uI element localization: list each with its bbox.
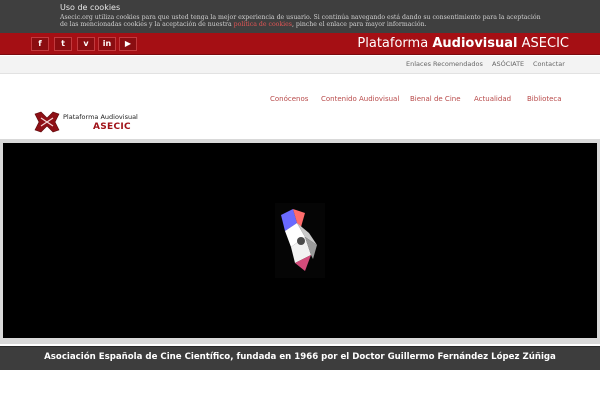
- brand-prefix: Plataforma: [357, 36, 429, 51]
- cookie-banner: Uso de cookies Asecic.org utiliza cookie…: [0, 0, 600, 33]
- video-logo: [275, 203, 325, 278]
- facebook-icon[interactable]: f: [31, 37, 49, 51]
- nav-item-contenido-audiovisual[interactable]: Contenido Audiovisual: [321, 95, 399, 103]
- vimeo-icon[interactable]: v: [77, 37, 95, 51]
- brand-suffix: ASECIC: [521, 36, 569, 51]
- brand-title: Plataforma Audiovisual ASECIC: [357, 35, 569, 53]
- logo-text-line1: Plataforma Audiovisual: [63, 113, 138, 121]
- cookie-text: Asecic.org utiliza cookies para que uste…: [60, 14, 550, 29]
- cookie-title: Uso de cookies: [60, 3, 121, 12]
- nav-item-actualidad[interactable]: Actualidad: [474, 95, 511, 103]
- top-link-enlaces[interactable]: Enlaces Recomendados: [406, 60, 483, 68]
- nav-item-conocenos[interactable]: Conócenos: [270, 95, 308, 103]
- caption-text: Asociación Española de Cine Científico, …: [44, 352, 556, 362]
- logo-text-line2: ASECIC: [93, 122, 131, 132]
- cookie-policy-link[interactable]: política de cookies: [234, 21, 292, 28]
- nav-item-bienal-de-cine[interactable]: Bienal de Cine: [410, 95, 461, 103]
- nav-item-biblioteca[interactable]: Biblioteca: [527, 95, 562, 103]
- asecic-animated-logo-icon: [281, 209, 317, 271]
- logo-icon[interactable]: [33, 110, 61, 134]
- top-link-contactar[interactable]: Contactar: [533, 60, 565, 68]
- cookie-text-part2: , pinche el enlace para mayor informació…: [291, 20, 427, 28]
- twitter-icon[interactable]: t: [54, 37, 72, 51]
- linkedin-icon[interactable]: in: [98, 37, 116, 51]
- youtube-icon[interactable]: ▶: [119, 37, 137, 51]
- brand-bold: Audiovisual: [432, 36, 518, 51]
- top-link-asociate[interactable]: ASÓCIATE: [492, 60, 524, 68]
